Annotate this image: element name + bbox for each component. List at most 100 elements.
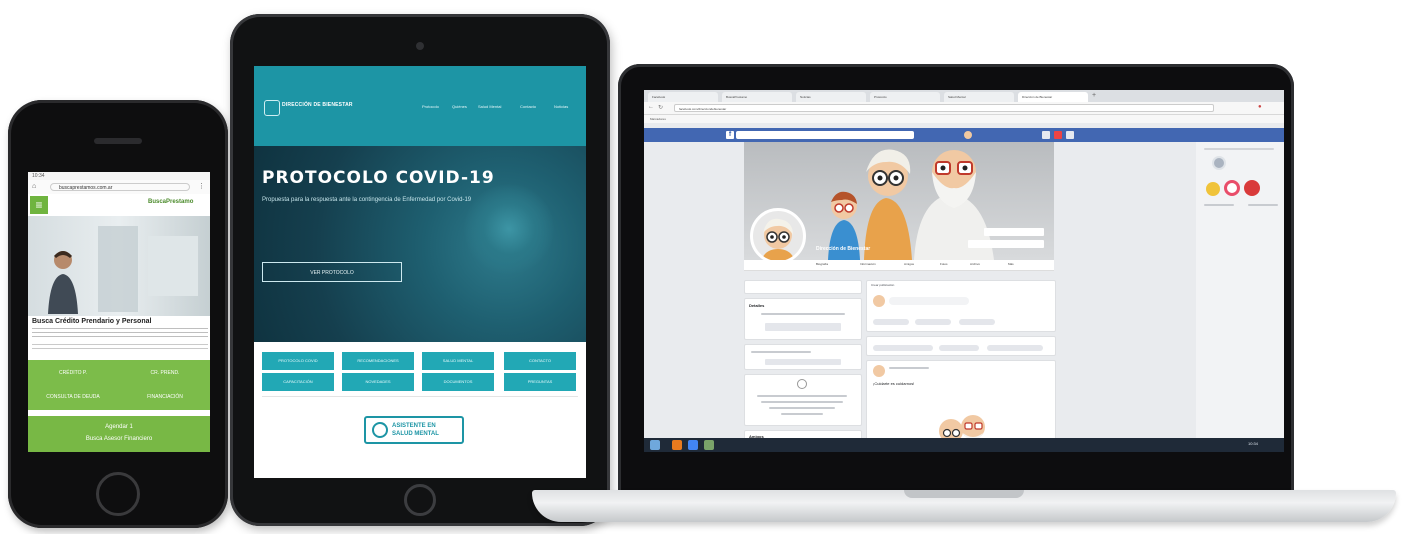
os-taskbar: 10:34 bbox=[644, 438, 1284, 452]
laptop-screen: Facebook BuscaPrestamo Noticias Protocol… bbox=[644, 90, 1284, 452]
tag-chip[interactable] bbox=[915, 319, 951, 325]
grid-button[interactable]: CR. PREND. bbox=[122, 362, 208, 384]
facebook-topbar: f bbox=[644, 128, 1284, 142]
nav-link[interactable]: Salud Mental bbox=[478, 104, 501, 109]
phone-speaker bbox=[94, 138, 142, 144]
app-icon[interactable] bbox=[1224, 180, 1240, 196]
browser-tab[interactable]: BuscaPrestamo bbox=[722, 92, 792, 102]
cta-line: Busca Asesor Financiero bbox=[85, 436, 153, 442]
tile-button[interactable]: RECOMENDACIONES bbox=[342, 352, 414, 370]
tile-button[interactable]: NOVEDADES bbox=[342, 373, 414, 391]
search-card[interactable] bbox=[744, 280, 862, 294]
nav-link[interactable]: Contacto bbox=[520, 104, 536, 109]
person-photo bbox=[48, 251, 78, 314]
details-card: Detalles bbox=[744, 298, 862, 340]
taskbar-clock: 10:34 bbox=[1248, 441, 1259, 446]
profile-nav-item[interactable]: Más bbox=[1008, 262, 1014, 266]
browser-tab[interactable]: Salud Mental bbox=[944, 92, 1014, 102]
grid-button[interactable]: CONSULTA DE DEUDA bbox=[30, 386, 116, 408]
tablet-camera bbox=[416, 42, 424, 50]
browser-icon[interactable] bbox=[688, 440, 698, 450]
divider bbox=[262, 396, 578, 397]
new-tab-icon[interactable]: + bbox=[1092, 92, 1100, 100]
card-button[interactable] bbox=[765, 359, 841, 365]
browser-tab[interactable]: Facebook bbox=[648, 92, 718, 102]
card-title: Detalles bbox=[749, 303, 765, 308]
app-icon[interactable] bbox=[672, 440, 682, 450]
hamburger-menu-icon[interactable]: ≡ bbox=[30, 196, 48, 214]
phone-browser-bar: ⌂ buscaprestamos.com.ar ⋮ bbox=[28, 180, 210, 195]
view-protocol-button[interactable]: VER PROTOCOLO bbox=[262, 262, 402, 282]
cta-line: Agendar 1 bbox=[105, 424, 133, 430]
phone-cta-button[interactable]: Agendar 1 Busca Asesor Financiero bbox=[28, 416, 210, 452]
grid-button[interactable]: CRÉDITO P. bbox=[30, 362, 116, 384]
composer-input[interactable] bbox=[889, 297, 969, 305]
hero-subtitle: Propuesta para la respuesta ante la cont… bbox=[262, 197, 472, 203]
bookmarks-bar[interactable]: Marcadores bbox=[644, 115, 1284, 123]
phone-home-button[interactable] bbox=[96, 472, 140, 516]
hero-title: PROTOCOLO COVID-19 bbox=[262, 168, 495, 188]
profile-nav-item[interactable]: Biografía bbox=[816, 262, 828, 266]
app-icon[interactable] bbox=[1244, 180, 1260, 196]
reload-icon[interactable]: ↻ bbox=[658, 104, 663, 111]
tile-button[interactable]: PROTOCOLO COVID bbox=[262, 352, 334, 370]
filter-card bbox=[866, 336, 1056, 356]
browser-tab-active[interactable]: Dirección de Bienestar bbox=[1018, 92, 1088, 102]
browser-tab[interactable]: Protocolo bbox=[870, 92, 940, 102]
phone-status-bar: 10:34 bbox=[28, 172, 210, 180]
phone-screen: 10:34 ⌂ buscaprestamos.com.ar ⋮ ≡ BuscaP… bbox=[28, 172, 210, 452]
tile-button[interactable]: CONTACTO bbox=[504, 352, 576, 370]
cover-action-button[interactable] bbox=[968, 240, 1044, 248]
profile-nav-item[interactable]: Archivo bbox=[970, 262, 980, 266]
browser-tab-strip: Facebook BuscaPrestamo Noticias Protocol… bbox=[644, 90, 1284, 102]
mental-health-badge[interactable]: ASISTENTE EN SALUD MENTAL bbox=[364, 416, 464, 444]
start-icon[interactable] bbox=[650, 440, 660, 450]
filter-chip[interactable] bbox=[873, 345, 933, 351]
tile-button[interactable]: CAPACITACIÓN bbox=[262, 373, 334, 391]
browser-address-bar: ← ↻ facebook.com/direcciondebienestar ● bbox=[644, 102, 1284, 115]
nav-link[interactable]: Protocolo bbox=[422, 104, 439, 109]
browser-tab[interactable]: Noticias bbox=[796, 92, 866, 102]
emoji-icon[interactable] bbox=[1206, 182, 1220, 196]
folder-icon[interactable] bbox=[704, 440, 714, 450]
messages-icon[interactable] bbox=[1066, 131, 1074, 139]
notifications-icon[interactable] bbox=[1054, 131, 1062, 139]
gear-icon[interactable] bbox=[1212, 156, 1226, 170]
profile-nav-item[interactable]: Fotos bbox=[940, 262, 948, 266]
feed-column: Crear publicación ¡Cuidarte es cuidarnos… bbox=[866, 276, 1056, 452]
photo-chip[interactable] bbox=[873, 319, 909, 325]
friends-icon[interactable] bbox=[1042, 131, 1050, 139]
extension-icon[interactable]: ● bbox=[1258, 104, 1262, 110]
facebook-logo-icon[interactable]: f bbox=[726, 131, 734, 139]
tile-button[interactable]: DOCUMENTOS bbox=[422, 373, 494, 391]
composer-card: Crear publicación bbox=[866, 280, 1056, 332]
filter-chip[interactable] bbox=[987, 345, 1043, 351]
phone-headline: Busca Crédito Prendario y Personal bbox=[32, 318, 152, 325]
cover-action-button[interactable] bbox=[984, 228, 1044, 236]
home-icon[interactable]: ⌂ bbox=[32, 183, 41, 191]
kebab-menu-icon[interactable]: ⋮ bbox=[198, 182, 205, 190]
back-icon[interactable]: ← bbox=[648, 104, 654, 110]
tile-button[interactable]: PREGUNTAS bbox=[504, 373, 576, 391]
facebook-search-input[interactable] bbox=[736, 131, 914, 139]
phone-status-time: 10:34 bbox=[32, 173, 45, 179]
tile-button[interactable]: SALUD MENTAL bbox=[422, 352, 494, 370]
phone-brand-logo: BuscaPrestamo bbox=[148, 199, 194, 205]
device-mockup-stage: 10:34 ⌂ buscaprestamos.com.ar ⋮ ≡ BuscaP… bbox=[0, 0, 1403, 534]
url-field[interactable]: facebook.com/direcciondebienestar bbox=[674, 104, 1214, 112]
filter-chip[interactable] bbox=[939, 345, 979, 351]
nav-link[interactable]: Quiénes bbox=[452, 104, 467, 109]
profile-nav-item[interactable]: Información bbox=[860, 262, 876, 266]
profile-nav-item[interactable]: Amigos bbox=[904, 262, 914, 266]
composer-title: Crear publicación bbox=[871, 283, 895, 287]
info-card bbox=[744, 344, 862, 370]
card-button[interactable] bbox=[765, 323, 841, 331]
nav-link[interactable]: Noticias bbox=[554, 104, 568, 109]
badge-text: ASISTENTE EN SALUD MENTAL bbox=[392, 422, 439, 438]
tablet-home-button[interactable] bbox=[404, 484, 436, 516]
grid-button[interactable]: FINANCIACIÓN bbox=[122, 386, 208, 408]
feeling-chip[interactable] bbox=[959, 319, 995, 325]
avatar[interactable] bbox=[964, 131, 972, 139]
profile-picture[interactable] bbox=[750, 208, 806, 264]
phone-url-field[interactable]: buscaprestamos.com.ar bbox=[50, 183, 190, 191]
